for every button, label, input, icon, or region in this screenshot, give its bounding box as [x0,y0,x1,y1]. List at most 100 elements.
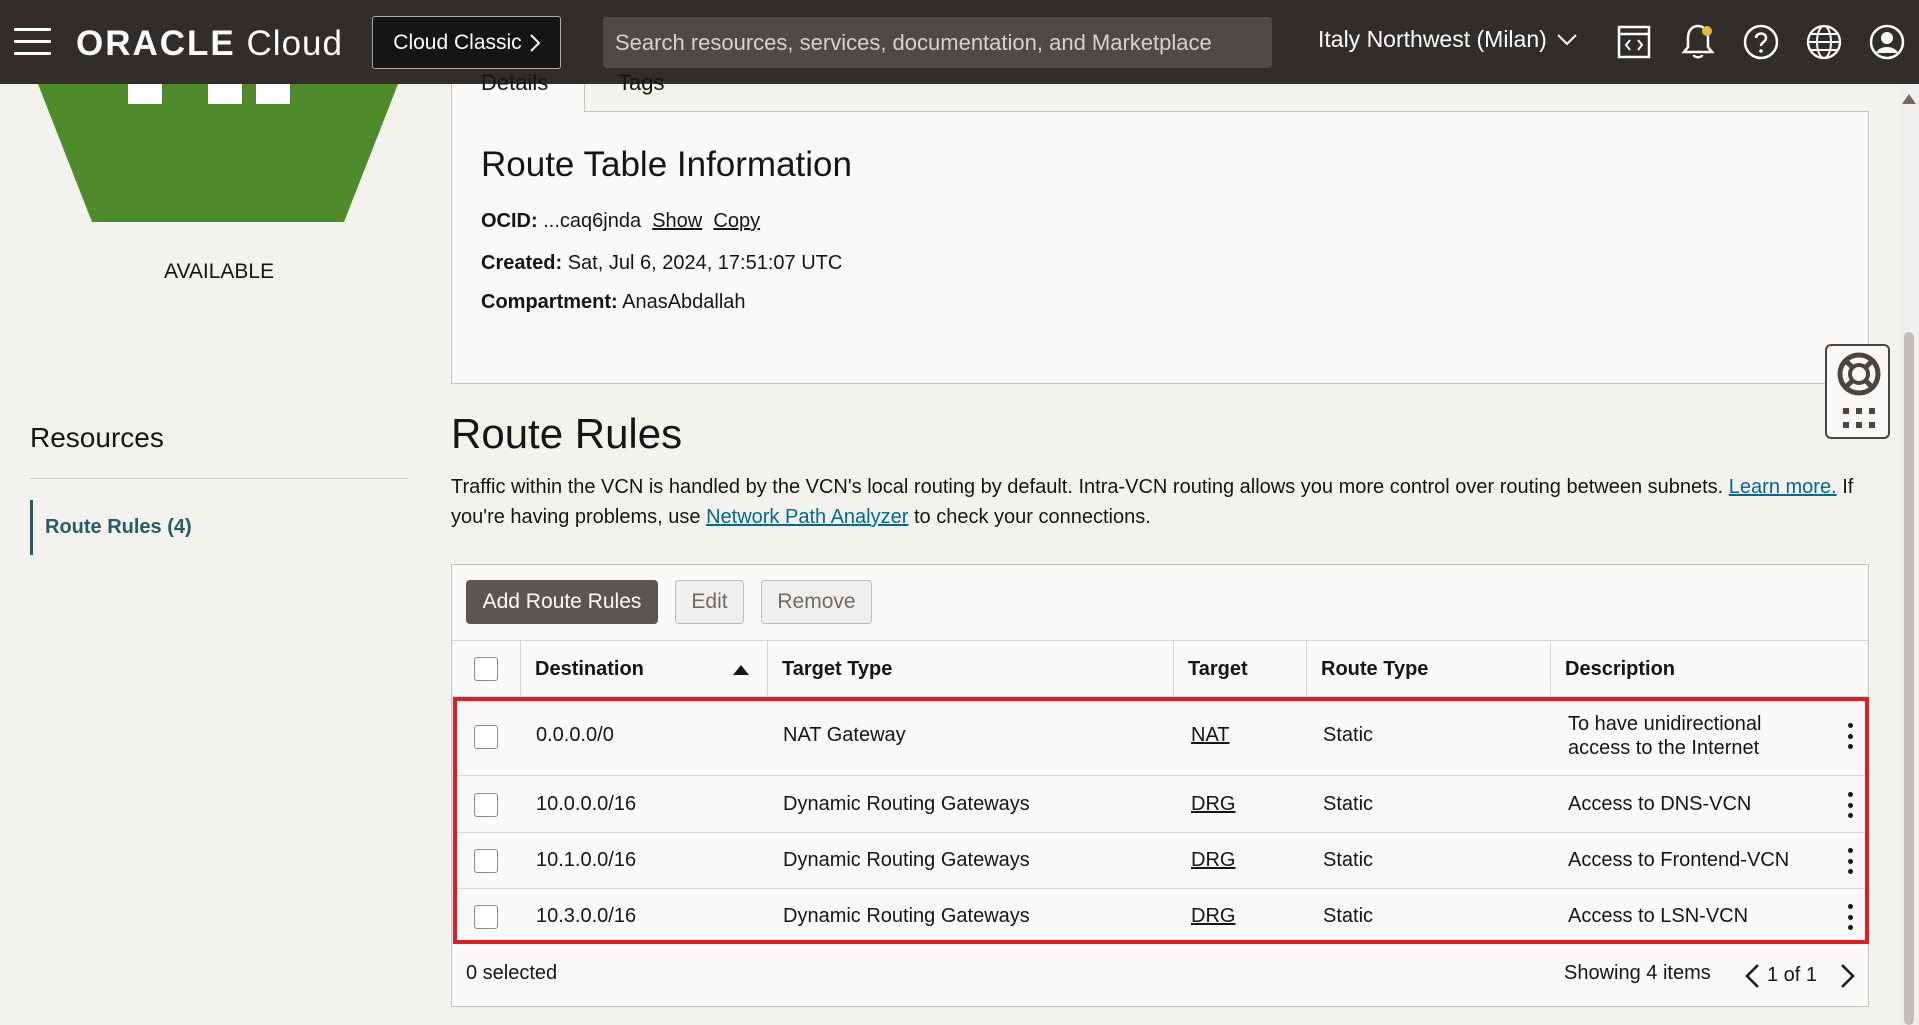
region-selector[interactable]: Italy Northwest (Milan) [1318,26,1577,53]
next-page-icon[interactable] [1840,963,1856,989]
table-header: Destination Target Type Target Route Typ… [452,640,1868,697]
tab-details-label[interactable]: Details [481,70,548,96]
column-target-type[interactable]: Target Type [767,641,1173,697]
logo-brand: ORACLE [76,24,236,63]
route-table-status-icon [38,84,398,222]
resources-heading: Resources [30,422,164,453]
cell-destination: 10.0.0.0/16 [536,793,637,815]
compartment-line: Compartment: AnasAbdallah [481,291,746,314]
ocid-label: OCID: [481,210,538,232]
previous-page-icon[interactable] [1744,963,1760,989]
cell-destination: 10.1.0.0/16 [536,849,637,871]
row-actions-kebab-icon[interactable] [1845,723,1855,749]
logo-product: Cloud [246,24,343,63]
row-actions-kebab-icon[interactable] [1845,904,1855,930]
hamburger-menu-icon[interactable] [14,28,51,56]
chevron-down-icon [1557,33,1577,45]
cloud-classic-button[interactable]: Cloud Classic [372,16,561,69]
table-row: 10.0.0.0/16 Dynamic Routing Gateways DRG… [452,776,1868,833]
top-navigation-bar: ORACLE Cloud Cloud Classic Italy Northwe… [0,0,1919,84]
cell-destination: 10.3.0.0/16 [536,905,637,927]
globe-icon[interactable] [1802,20,1846,64]
row-checkbox[interactable] [474,793,498,817]
status-label: AVAILABLE [164,260,275,283]
table-row: 10.1.0.0/16 Dynamic Routing Gateways DRG… [452,833,1868,889]
chevron-right-icon [529,33,540,52]
column-target-label: Target [1188,657,1248,680]
search-input[interactable] [603,17,1272,68]
row-checkbox[interactable] [474,905,498,929]
cell-description: Access to LSN-VCN [1568,905,1749,927]
ocid-copy-link[interactable]: Copy [713,210,760,232]
cell-description: Access to DNS-VCN [1568,793,1752,815]
scrollbar-thumb[interactable] [1904,332,1914,1025]
status-icon-letters [128,84,290,104]
column-destination[interactable]: Destination [520,641,767,697]
info-title: Route Table Information [481,145,852,184]
cell-target-link[interactable]: DRG [1191,849,1235,872]
cell-route-type: Static [1323,905,1374,927]
cell-description: To have unidirectional access to the Int… [1568,713,1762,759]
cell-target-type: Dynamic Routing Gateways [783,849,1030,871]
cell-target-type: NAT Gateway [783,724,906,746]
sort-ascending-icon [733,665,749,675]
route-rules-heading: Route Rules [451,410,683,457]
scroll-up-arrow-icon[interactable] [1902,94,1916,104]
showing-items-count: Showing 4 items [1564,962,1711,984]
route-rules-description: Traffic within the VCN is handled by the… [451,472,1871,532]
cell-target-link[interactable]: DRG [1191,905,1235,928]
column-destination-label: Destination [535,657,644,680]
ocid-value: ...caq6jnda [543,210,642,232]
cell-route-type: Static [1323,724,1374,746]
row-actions-kebab-icon[interactable] [1845,792,1855,818]
learn-more-link[interactable]: Learn more. [1729,476,1837,498]
created-label: Created: [481,252,563,274]
cell-target-link[interactable]: NAT [1191,724,1230,747]
column-target[interactable]: Target [1173,641,1306,697]
tab-tags-label[interactable]: Tags [618,70,664,96]
code-editor-icon[interactable] [1612,20,1656,64]
apps-grid-icon [1843,408,1875,428]
help-support-widget[interactable] [1825,344,1890,439]
cell-route-type: Static [1323,793,1374,815]
column-target-type-label: Target Type [782,657,893,680]
selected-count: 0 selected [466,962,558,984]
cell-target-link[interactable]: DRG [1191,793,1235,816]
region-label: Italy Northwest (Milan) [1318,26,1547,52]
desc-part1: Traffic within the VCN is handled by the… [451,476,1724,498]
cell-description: Access to Frontend-VCN [1568,849,1790,871]
help-icon[interactable] [1739,20,1783,64]
cell-target-type: Dynamic Routing Gateways [783,793,1030,815]
oracle-cloud-logo[interactable]: ORACLE Cloud [76,24,343,64]
column-description[interactable]: Description [1550,641,1868,697]
resources-item-route-rules[interactable]: Route Rules (4) [30,500,408,555]
cell-target-type: Dynamic Routing Gateways [783,905,1030,927]
resources-divider [30,478,408,479]
table-row: 0.0.0.0/0 NAT Gateway NAT Static To have… [452,697,1868,776]
cloud-classic-label: Cloud Classic [393,30,522,54]
row-checkbox[interactable] [474,725,498,749]
created-value: Sat, Jul 6, 2024, 17:51:07 UTC [567,252,843,274]
column-route-type[interactable]: Route Type [1306,641,1550,697]
user-icon[interactable] [1865,20,1909,64]
ocid-show-link[interactable]: Show [652,210,702,232]
lifebuoy-icon [1837,352,1881,396]
compartment-value: AnasAbdallah [622,291,746,313]
add-route-rules-button[interactable]: Add Route Rules [466,580,658,624]
network-path-analyzer-link[interactable]: Network Path Analyzer [706,506,908,528]
cell-destination: 0.0.0.0/0 [536,724,614,746]
bell-icon[interactable] [1676,20,1720,64]
ocid-line: OCID: ...caq6jnda Show Copy [481,210,760,233]
cell-route-type: Static [1323,849,1374,871]
remove-button[interactable]: Remove [761,580,872,624]
select-all-checkbox[interactable] [474,657,498,681]
table-row: 10.3.0.0/16 Dynamic Routing Gateways DRG… [452,889,1868,944]
page-indicator: 1 of 1 [1767,964,1818,986]
compartment-label: Compartment: [481,291,618,313]
row-checkbox[interactable] [474,849,498,873]
edit-button[interactable]: Edit [675,580,744,624]
column-description-label: Description [1565,657,1676,680]
row-actions-kebab-icon[interactable] [1845,848,1855,874]
created-line: Created: Sat, Jul 6, 2024, 17:51:07 UTC [481,252,842,275]
desc-part3: to check your connections. [913,506,1151,528]
